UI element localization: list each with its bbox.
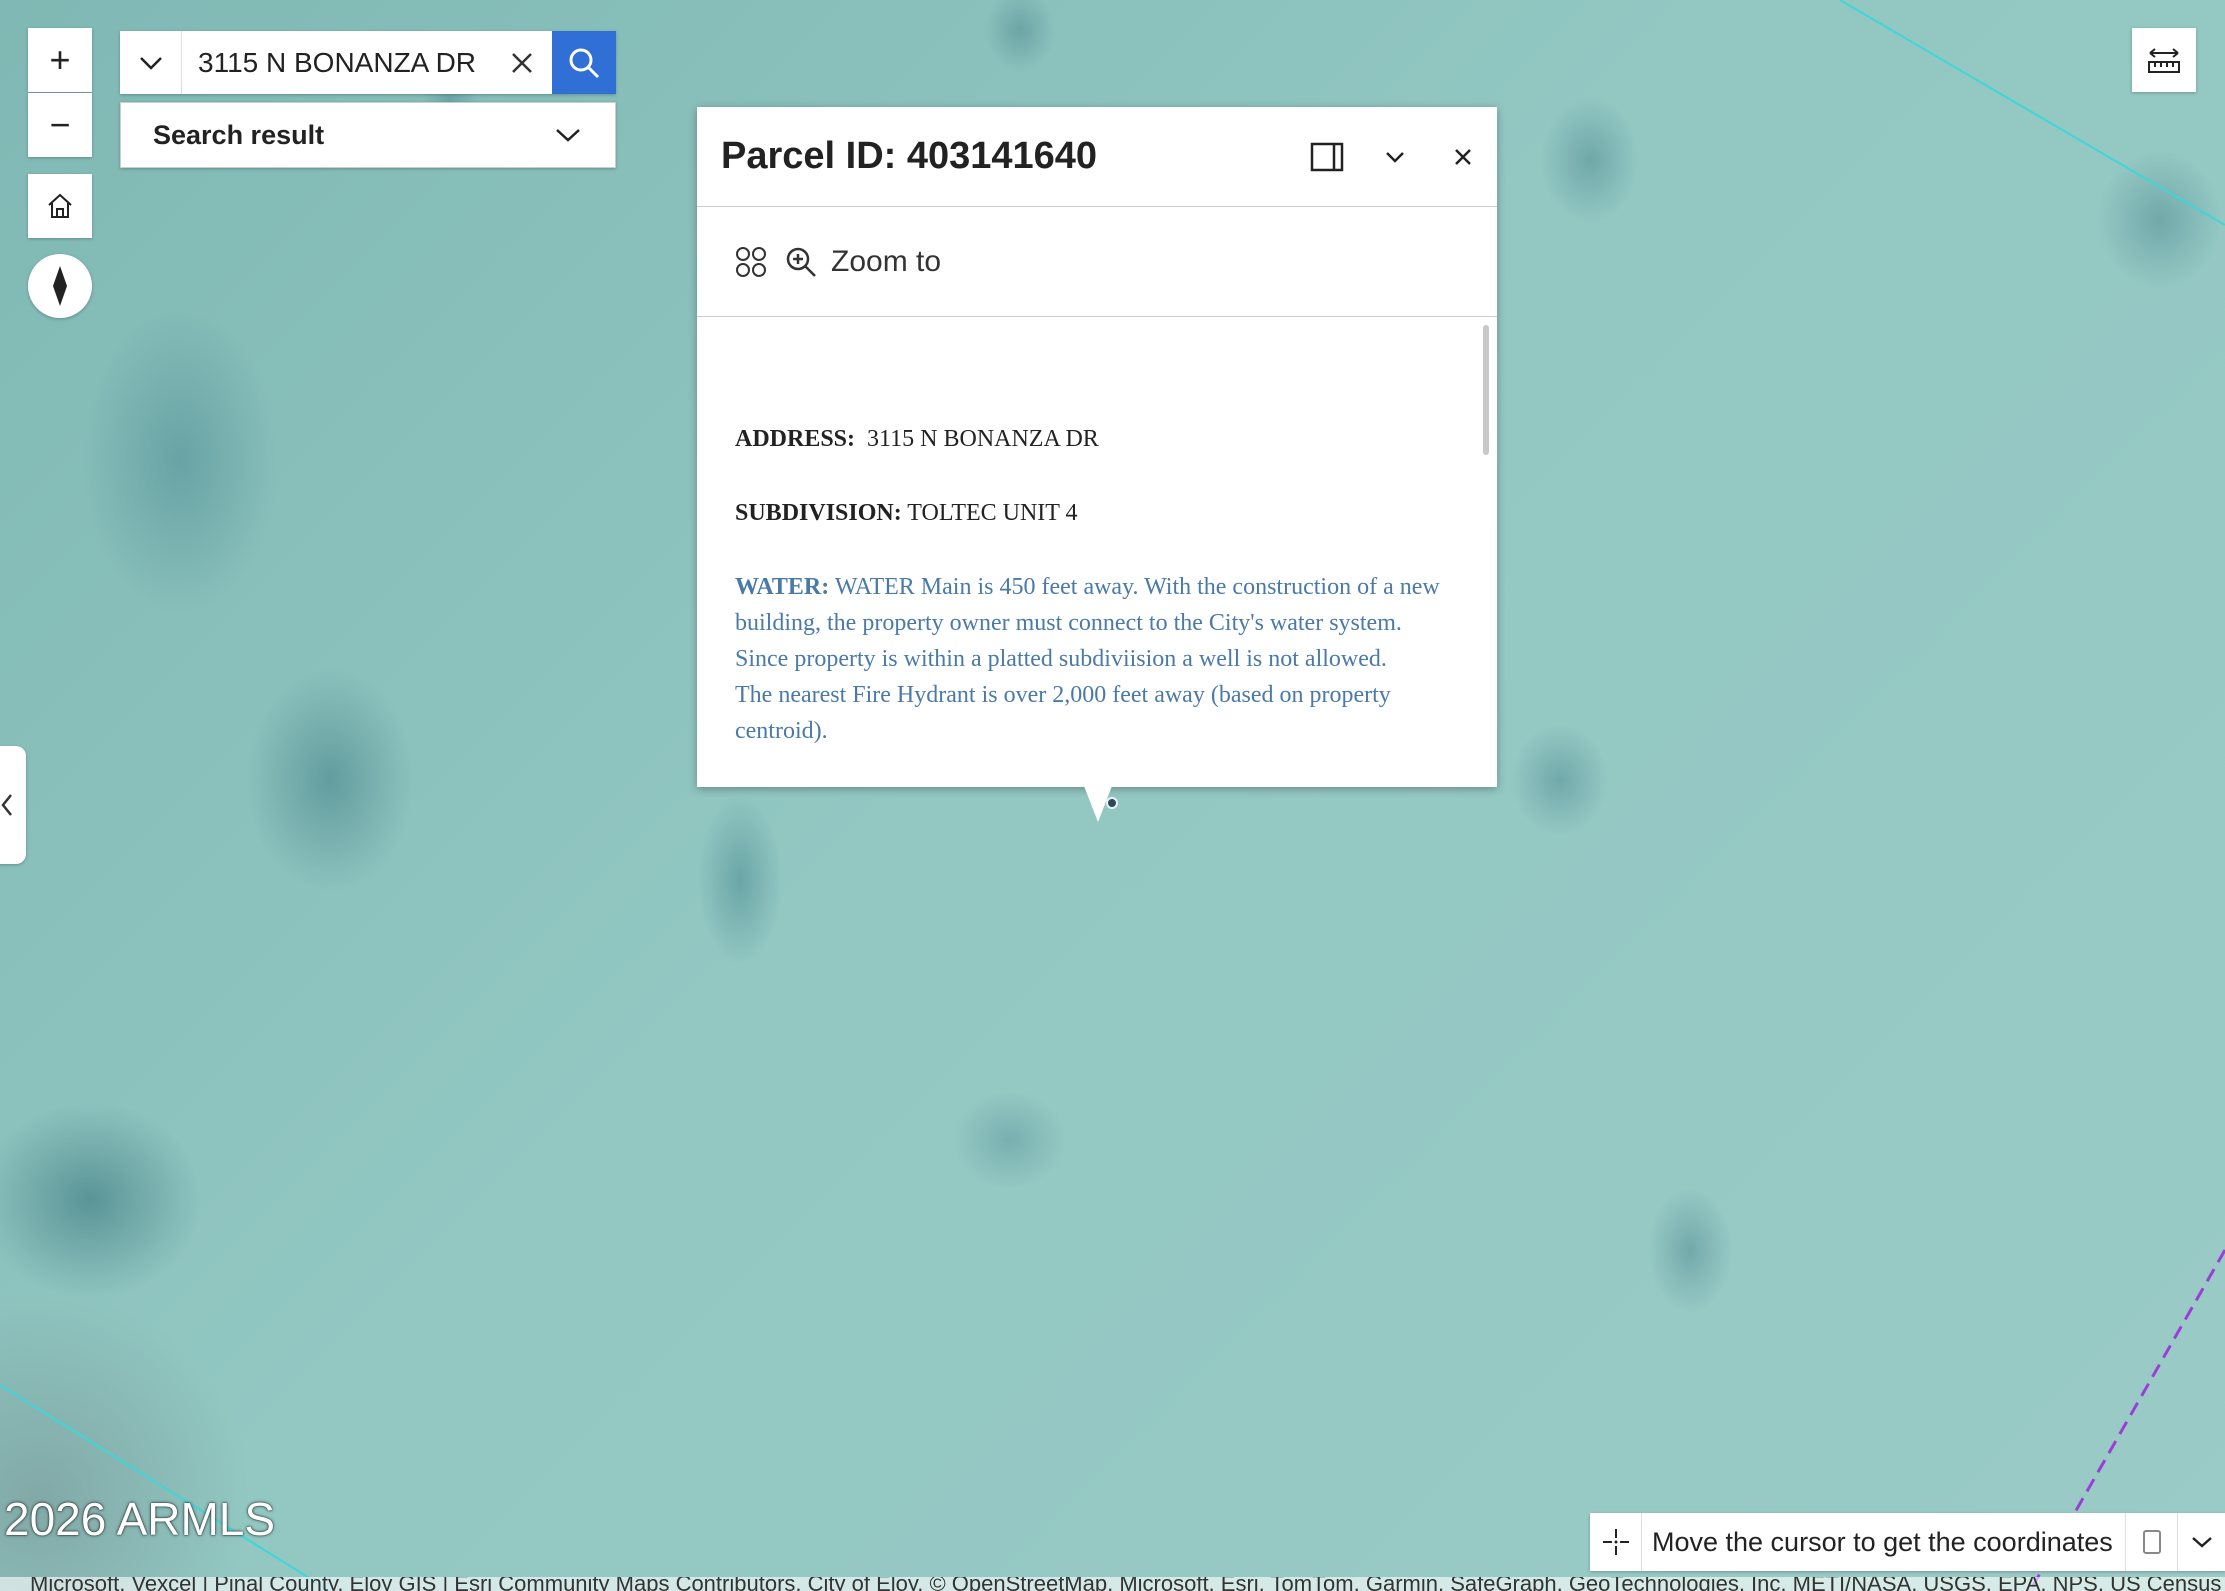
search-result-dropdown[interactable]: Search result xyxy=(120,102,616,168)
search-input[interactable]: 3115 N BONANZA DR xyxy=(182,31,492,94)
zoom-in-icon xyxy=(786,247,816,277)
grid-icon xyxy=(736,246,766,277)
address-value: 3115 N BONANZA DR xyxy=(867,426,1099,452)
popup-header: Parcel ID: 403141640 xyxy=(697,107,1497,207)
zoom-in-button[interactable]: + xyxy=(28,28,92,92)
dock-icon xyxy=(1310,142,1344,171)
zoom-in-label: + xyxy=(49,39,71,80)
popup-content: ADDRESS: 3115 N BONANZA DR SUBDIVISION: … xyxy=(697,317,1497,785)
chevron-left-icon xyxy=(1,794,12,816)
water-row: WATER: WATER Main is 450 feet away. With… xyxy=(735,569,1457,749)
collapse-button[interactable] xyxy=(1361,127,1429,187)
side-panel-toggle[interactable] xyxy=(0,746,26,864)
coordinate-widget: Move the cursor to get the coordinates xyxy=(1590,1513,2225,1571)
zoom-out-label: − xyxy=(49,104,71,145)
home-button[interactable] xyxy=(28,174,92,238)
popup-title: Parcel ID: 403141640 xyxy=(721,135,1098,177)
close-icon xyxy=(1455,148,1471,165)
address-label: ADDRESS: xyxy=(735,426,856,452)
compass-icon xyxy=(53,266,67,306)
crosshair-icon xyxy=(1602,1529,1629,1555)
subdivision-label: SUBDIVISION: xyxy=(735,500,902,526)
subdivision-value: TOLTEC UNIT 4 xyxy=(907,500,1078,526)
chevron-down-icon xyxy=(556,129,580,142)
zoom-out-button[interactable]: − xyxy=(28,93,92,157)
zoom-to-button[interactable]: Zoom to xyxy=(785,245,941,279)
search-result-label: Search result xyxy=(153,119,325,150)
pick-coordinate-button[interactable] xyxy=(1590,1513,1642,1571)
search-bar: 3115 N BONANZA DR xyxy=(120,31,616,94)
location-pin xyxy=(1106,797,1118,809)
search-button[interactable] xyxy=(552,31,616,94)
more-actions-button[interactable] xyxy=(717,232,785,292)
home-icon xyxy=(48,193,72,218)
popup-scrollbar[interactable] xyxy=(1483,325,1489,455)
parcel-popup: Parcel ID: 403141640 Zoom to ADDRESS: 31… xyxy=(697,107,1497,787)
clear-search-button[interactable] xyxy=(492,31,552,94)
map-attribution[interactable]: Microsoft, Vexcel | Pinal County, Eloy G… xyxy=(0,1577,2225,1591)
parcel-line xyxy=(0,1384,331,1591)
coordinate-options-button[interactable] xyxy=(2177,1513,2225,1571)
water-label: WATER: xyxy=(735,574,830,600)
measure-button[interactable] xyxy=(2132,28,2196,92)
close-popup-button[interactable] xyxy=(1429,127,1497,187)
copy-icon xyxy=(2142,1530,2161,1554)
subdivision-row: SUBDIVISION: TOLTEC UNIT 4 xyxy=(735,495,1457,531)
close-icon xyxy=(512,52,532,73)
search-icon xyxy=(569,48,600,78)
address-row: ADDRESS: 3115 N BONANZA DR xyxy=(735,421,1457,457)
chevron-down-icon xyxy=(2191,1537,2212,1548)
zoom-to-label: Zoom to xyxy=(831,244,942,278)
chevron-down-icon xyxy=(1386,151,1404,163)
copy-coordinates-button[interactable] xyxy=(2125,1513,2177,1571)
water-text: WATER Main is 450 feet away. With the co… xyxy=(735,574,1440,636)
water-well-text: Since property is within a platted subdi… xyxy=(735,646,1387,672)
chevron-down-icon xyxy=(139,56,162,70)
water-hydrant-text: The nearest Fire Hydrant is over 2,000 f… xyxy=(735,682,1391,744)
search-source-dropdown[interactable] xyxy=(120,31,182,94)
popup-actions: Zoom to xyxy=(697,207,1497,317)
copyright-watermark: 2026 ARMLS xyxy=(4,1493,276,1545)
dock-button[interactable] xyxy=(1293,127,1361,187)
coordinates-readout: Move the cursor to get the coordinates xyxy=(1652,1526,2113,1557)
measure-icon xyxy=(2148,48,2180,73)
compass-button[interactable] xyxy=(28,254,92,318)
